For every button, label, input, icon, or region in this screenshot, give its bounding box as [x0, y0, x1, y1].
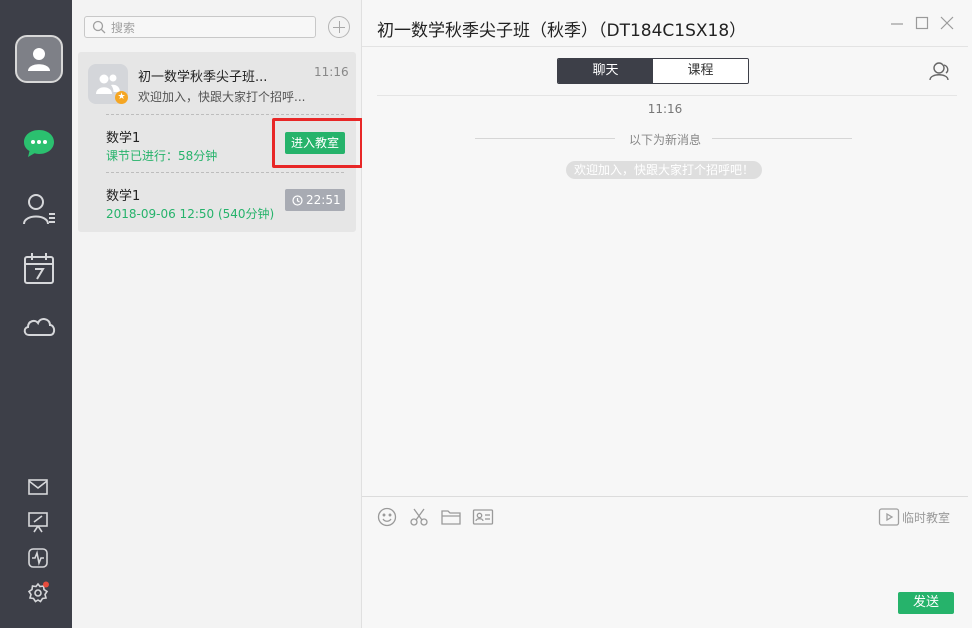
group-last-message: 欢迎加入，快跟大家打个招呼... — [138, 90, 306, 104]
group-last-time: 11:16 — [314, 65, 349, 79]
clock-icon — [292, 195, 303, 206]
search-placeholder: 搜索 — [111, 21, 136, 35]
emoji-icon[interactable] — [376, 507, 398, 527]
temp-classroom-label: 临时教室 — [902, 511, 951, 525]
send-button[interactable]: 发送 — [898, 592, 954, 614]
contacts-icon[interactable] — [20, 190, 58, 228]
message-timestamp: 11:16 — [647, 102, 683, 116]
divider — [106, 114, 344, 115]
lesson-title: 数学1 — [106, 131, 141, 146]
highlight-box — [272, 118, 363, 168]
app-window: 搜索 ★ 初一数学秋季尖子班... 11:16 欢迎加入，快跟大家打个招呼...… — [0, 0, 972, 628]
members-icon[interactable] — [929, 61, 951, 81]
activity-icon[interactable] — [26, 546, 50, 570]
left-rail — [0, 0, 72, 628]
video-icon — [878, 508, 900, 526]
settings-icon[interactable] — [26, 581, 50, 605]
user-avatar[interactable] — [15, 35, 63, 83]
divider — [106, 172, 344, 173]
group-session-card[interactable]: ★ 初一数学秋季尖子班... 11:16 欢迎加入，快跟大家打个招呼... 数学… — [78, 52, 363, 232]
mail-icon[interactable] — [26, 475, 50, 499]
lesson-status: 课节已进行：58分钟 — [106, 149, 218, 163]
chat-icon[interactable] — [20, 125, 58, 163]
star-badge-icon: ★ — [115, 91, 128, 104]
maximize-icon[interactable] — [915, 16, 929, 30]
search-icon — [92, 20, 106, 34]
tab-course[interactable]: 课程 — [653, 59, 748, 83]
chat-tabs: 聊天 课程 — [557, 58, 749, 84]
id-card-icon[interactable] — [472, 507, 494, 527]
folder-icon[interactable] — [440, 507, 462, 527]
whiteboard-icon[interactable] — [26, 510, 50, 534]
tab-chat[interactable]: 聊天 — [558, 59, 653, 83]
system-message: 欢迎加入，快跟大家打个招呼吧！ — [566, 161, 762, 179]
group-name: 初一数学秋季尖子班... — [138, 70, 268, 85]
add-button[interactable] — [328, 16, 350, 38]
divider — [377, 95, 957, 96]
session-list-panel: 搜索 ★ 初一数学秋季尖子班... 11:16 欢迎加入，快跟大家打个招呼...… — [72, 0, 363, 628]
new-messages-label: 以下为新消息 — [628, 133, 701, 147]
divider — [362, 496, 968, 497]
search-input[interactable]: 搜索 — [84, 16, 316, 38]
lesson-title: 数学1 — [106, 189, 141, 204]
calendar-icon[interactable] — [20, 250, 58, 288]
chat-title: 初一数学秋季尖子班（秋季）（DT184C1SX18） — [377, 21, 747, 41]
close-icon[interactable] — [940, 16, 954, 30]
chat-pane: 初一数学秋季尖子班（秋季）（DT184C1SX18） 聊天 课程 11:16 以… — [362, 0, 968, 628]
scissors-icon[interactable] — [408, 507, 430, 527]
minimize-icon[interactable] — [890, 16, 904, 30]
cloud-icon[interactable] — [20, 308, 58, 346]
countdown-button[interactable]: 22:51 — [285, 189, 345, 211]
lesson-schedule: 2018-09-06 12:50 (540分钟) — [106, 207, 275, 221]
person-icon — [28, 48, 50, 71]
divider — [362, 46, 968, 47]
countdown-value: 22:51 — [306, 193, 341, 207]
